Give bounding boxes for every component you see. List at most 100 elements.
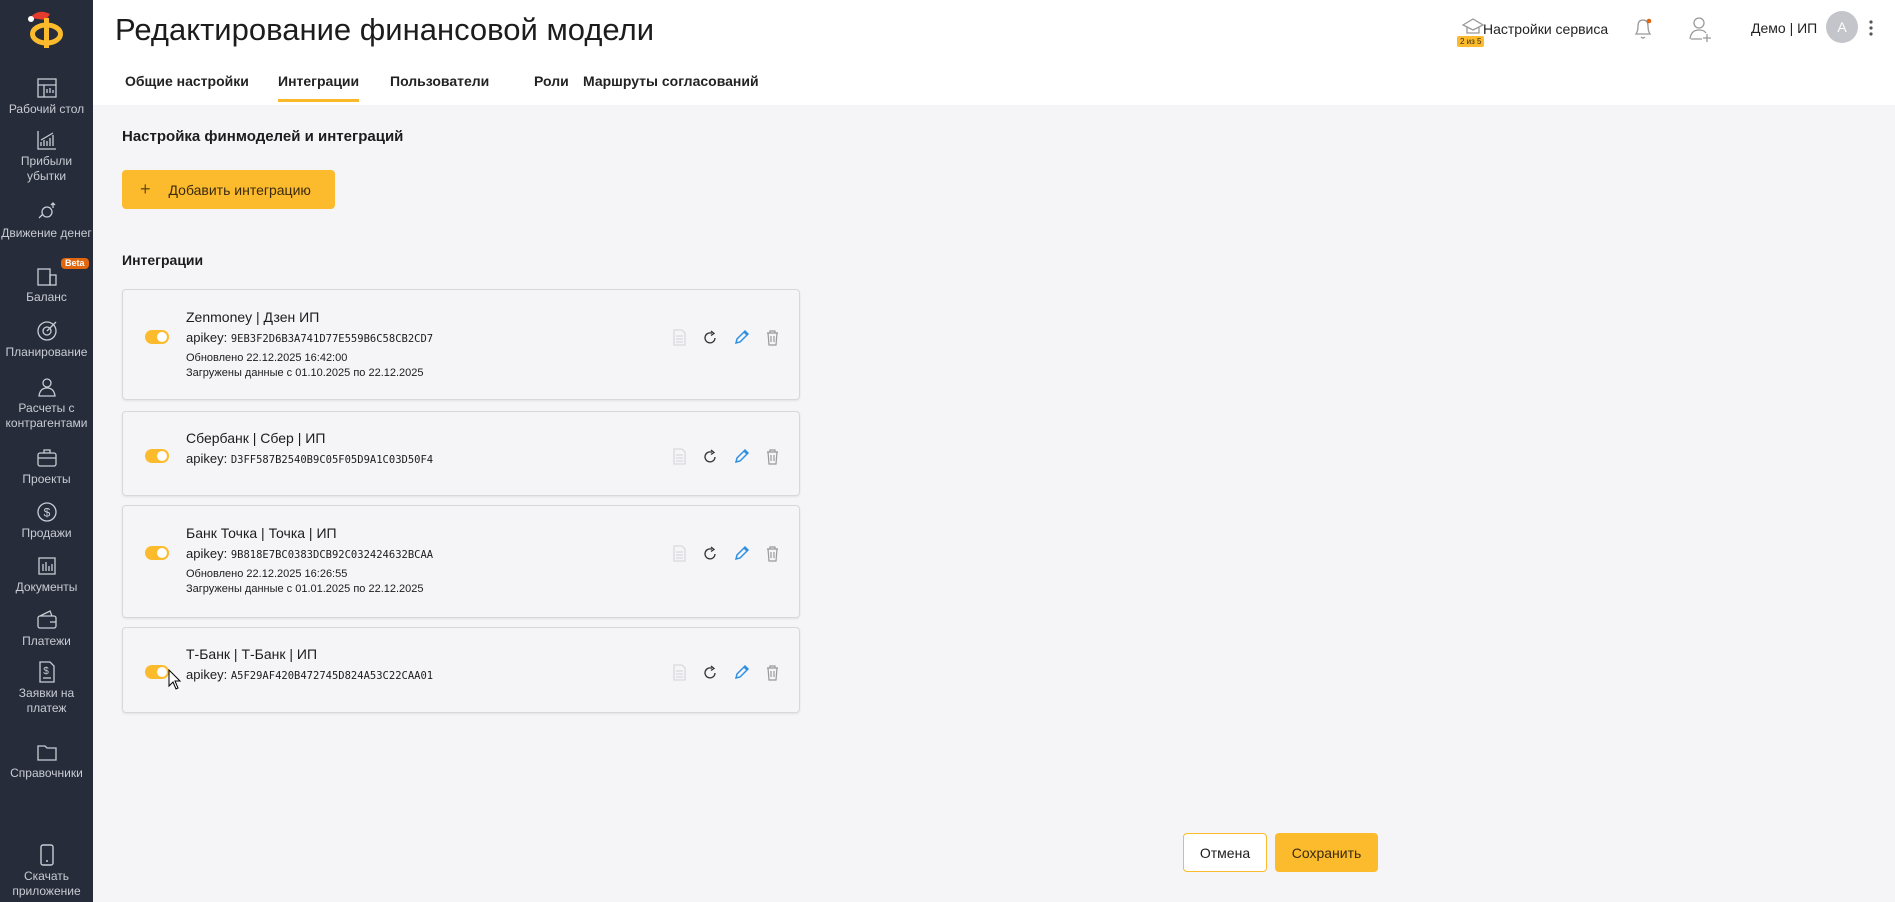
page-title: Редактирование финансовой модели: [115, 12, 655, 47]
apikey-value: D3FF587B2540B9C05F05D9A1C03D50F4: [230, 454, 434, 466]
phone-icon: [39, 844, 54, 866]
header: Редактирование финансовой модели Общие н…: [93, 0, 1895, 105]
document-icon[interactable]: [671, 329, 688, 346]
refresh-icon[interactable]: [702, 545, 719, 562]
apikey-label: apikey:: [186, 330, 228, 345]
sidebar-item-label: Расчеты с контрагентами: [5, 401, 88, 430]
target-icon: [36, 321, 57, 341]
sidebar-item-label: Планирование: [5, 345, 88, 359]
integration-name: Сбербанк | Сбер | ИП: [186, 430, 326, 446]
integration-name: Т-Банк | Т-Банк | ИП: [186, 646, 318, 662]
bell-icon[interactable]: [1631, 15, 1655, 41]
sidebar-item-2[interactable]: Прибыли убытки: [0, 128, 93, 184]
edit-pencil-icon[interactable]: [733, 545, 750, 562]
updated-text: Обновлено 22.12.2025 16:42:00: [186, 352, 348, 364]
apikey-row: apikey: 9B818E7BC0383DCB92C032424632BCAA: [186, 546, 433, 561]
sidebar-item-11[interactable]: $ Заявки на платеж: [0, 660, 93, 716]
apikey-label: apikey:: [186, 546, 228, 561]
edit-pencil-icon[interactable]: [733, 329, 750, 346]
sidebar-item-label: Заявки на платеж: [18, 686, 75, 715]
sidebar-item-8[interactable]: $ Продажи: [0, 500, 93, 541]
edit-pencil-icon[interactable]: [733, 448, 750, 465]
apikey-value: A5F29AF420B472745D824A53C22CAA01: [230, 670, 434, 682]
section-title: Настройка финмоделей и интеграций: [122, 128, 404, 145]
invoice-icon: $: [38, 661, 55, 683]
sidebar-item-label: Справочники: [10, 766, 83, 780]
svg-text:$: $: [43, 506, 50, 520]
apikey-row: apikey: D3FF587B2540B9C05F05D9A1C03D50F4: [186, 451, 433, 466]
folder-icon: [36, 745, 57, 761]
sidebar-item-7[interactable]: Проекты: [0, 446, 93, 487]
document-icon[interactable]: [671, 664, 688, 681]
edit-pencil-icon[interactable]: [733, 664, 750, 681]
document-icon[interactable]: [671, 545, 688, 562]
sidebar-item-12[interactable]: Справочники: [0, 740, 93, 781]
sidebar-item-9[interactable]: Документы: [0, 554, 93, 595]
updated-text: Обновлено 22.12.2025 16:26:55: [186, 568, 348, 580]
integration-toggle[interactable]: [145, 449, 169, 463]
sidebar: Рабочий стол Прибыли убытки Движение денег…: [0, 0, 93, 902]
sidebar-item-5[interactable]: Планирование: [0, 319, 93, 360]
apikey-label: apikey:: [186, 451, 228, 466]
integration-name: Банк Точка | Точка | ИП: [186, 525, 337, 541]
apikey-value: 9EB3F2D6B3A741D77E559B6C58CB2CD7: [230, 333, 434, 345]
tab-1[interactable]: Общие настройки: [125, 73, 249, 99]
loaded-period-text: Загружены данные с 01.01.2025 по 22.12.2…: [186, 583, 424, 595]
integration-toggle[interactable]: [145, 546, 169, 560]
user-account-name[interactable]: Демо | ИП: [1751, 20, 1817, 36]
integration-card: Zenmoney | Дзен ИП apikey: 9EB3F2D6B3A74…: [122, 289, 800, 400]
sidebar-item-label: Движение денег: [1, 226, 92, 240]
refresh-icon[interactable]: [702, 448, 719, 465]
balance-icon: [36, 268, 57, 286]
trash-icon[interactable]: [764, 664, 781, 681]
refresh-icon[interactable]: [702, 664, 719, 681]
sidebar-item-label: Прибыли убытки: [20, 154, 73, 183]
avatar[interactable]: А: [1826, 11, 1858, 43]
add-integration-button[interactable]: + Добавить интеграцию: [122, 170, 335, 209]
avatar-initial: А: [1837, 19, 1847, 35]
mouse-cursor: [168, 668, 182, 696]
add-user-icon[interactable]: [1688, 15, 1714, 43]
service-settings-label: Настройки сервиса: [1483, 21, 1609, 37]
apikey-label: apikey:: [186, 667, 228, 682]
documents-icon: [37, 557, 56, 575]
sidebar-item-label: Рабочий стол: [8, 102, 85, 116]
sidebar-item-6[interactable]: Расчеты с контрагентами: [0, 375, 93, 431]
dollar-icon: $: [36, 502, 57, 522]
sidebar-item-label: Скачать приложение: [12, 869, 81, 898]
trash-icon[interactable]: [764, 545, 781, 562]
integration-toggle[interactable]: [145, 665, 169, 679]
svg-text:$: $: [43, 666, 49, 677]
sidebar-item-10[interactable]: Платежи: [0, 608, 93, 649]
tab-3[interactable]: Пользователи: [390, 73, 489, 99]
chart-icon: [36, 131, 56, 150]
integration-toggle[interactable]: [145, 330, 169, 344]
apikey-row: apikey: 9EB3F2D6B3A741D77E559B6C58CB2CD7: [186, 330, 433, 345]
wallet-icon: [36, 610, 57, 629]
tab-4[interactable]: Роли: [534, 73, 569, 99]
tab-2[interactable]: Интеграции: [278, 73, 360, 102]
sidebar-item-3[interactable]: Движение денег: [0, 200, 93, 241]
tab-5[interactable]: Маршруты согласований: [583, 73, 759, 99]
plus-icon: +: [140, 179, 151, 199]
sidebar-item-4[interactable]: Баланс Beta: [0, 258, 93, 305]
integration-card: Банк Точка | Точка | ИП apikey: 9B818E7B…: [122, 505, 800, 618]
more-vertical-icon[interactable]: [1868, 18, 1874, 38]
refresh-icon[interactable]: [702, 329, 719, 346]
service-progress-badge: 2 из 5: [1457, 36, 1485, 47]
sidebar-item-label: Продажи: [21, 526, 72, 540]
sidebar-item-1[interactable]: Рабочий стол: [0, 76, 93, 117]
money-flow-icon: [38, 202, 55, 219]
sidebar-item-download-app[interactable]: Скачать приложение: [0, 843, 93, 899]
integration-name: Zenmoney | Дзен ИП: [186, 309, 320, 325]
briefcase-icon: [36, 449, 57, 467]
trash-icon[interactable]: [764, 329, 781, 346]
trash-icon[interactable]: [764, 448, 781, 465]
save-button[interactable]: Сохранить: [1275, 833, 1378, 872]
dashboard-icon: [36, 78, 57, 98]
beta-badge: Beta: [61, 258, 89, 269]
document-icon[interactable]: [671, 448, 688, 465]
cancel-button[interactable]: Отмена: [1183, 833, 1267, 872]
logo[interactable]: [24, 8, 68, 52]
integration-card: Т-Банк | Т-Банк | ИП apikey: A5F29AF420B…: [122, 627, 800, 713]
